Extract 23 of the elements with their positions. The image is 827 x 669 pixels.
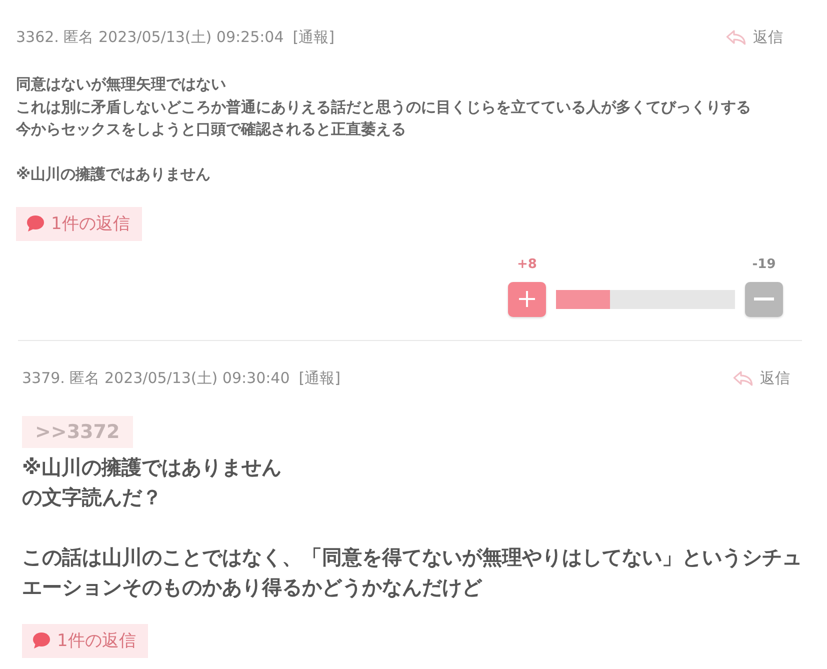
plus-icon: [518, 290, 536, 308]
reply-count-button[interactable]: 1件の返信: [16, 206, 142, 240]
post-text: 同意はないが無理矢理ではない これは別に矛盾しないどころか普通にありえる話だと思うのに目くじらを立てている人が多くてびっくりする 今からセックスをしようと口頭で確認されると正直萎える: [16, 74, 751, 140]
speech-bubble-icon: [32, 632, 50, 649]
reply-link[interactable]: 返信: [733, 369, 790, 388]
upvote-count: +8: [517, 256, 537, 272]
report-link[interactable]: [通報]: [292, 28, 334, 46]
reply-count-button[interactable]: 1件の返信: [22, 624, 148, 658]
reply-arrow-icon: [726, 30, 746, 44]
minus-icon: [754, 297, 774, 301]
anchor-link[interactable]: >>3372: [22, 416, 133, 448]
post-meta: 3379. 匿名 2023/05/13(土) 09:30:40: [22, 369, 290, 388]
speech-bubble-icon: [26, 215, 44, 232]
post-meta: 3362. 匿名 2023/05/13(土) 09:25:04: [16, 28, 284, 46]
post-text: ※山川の擁護ではありません の文字読んだ？: [22, 454, 282, 510]
reply-link[interactable]: 返信: [726, 28, 783, 46]
downvote-count: -19: [752, 256, 776, 272]
downvote-button[interactable]: [745, 282, 783, 316]
post-text: ※山川の擁護ではありません: [16, 164, 211, 185]
post-text: この話は山川のことではなく、「同意を得てないが無理やりはしてない」というシチュ エーションそのものかあり得るかどうかなんだけど: [22, 544, 802, 600]
report-link[interactable]: [通報]: [298, 369, 340, 388]
upvote-button[interactable]: [508, 282, 546, 316]
reply-arrow-icon: [733, 371, 753, 386]
